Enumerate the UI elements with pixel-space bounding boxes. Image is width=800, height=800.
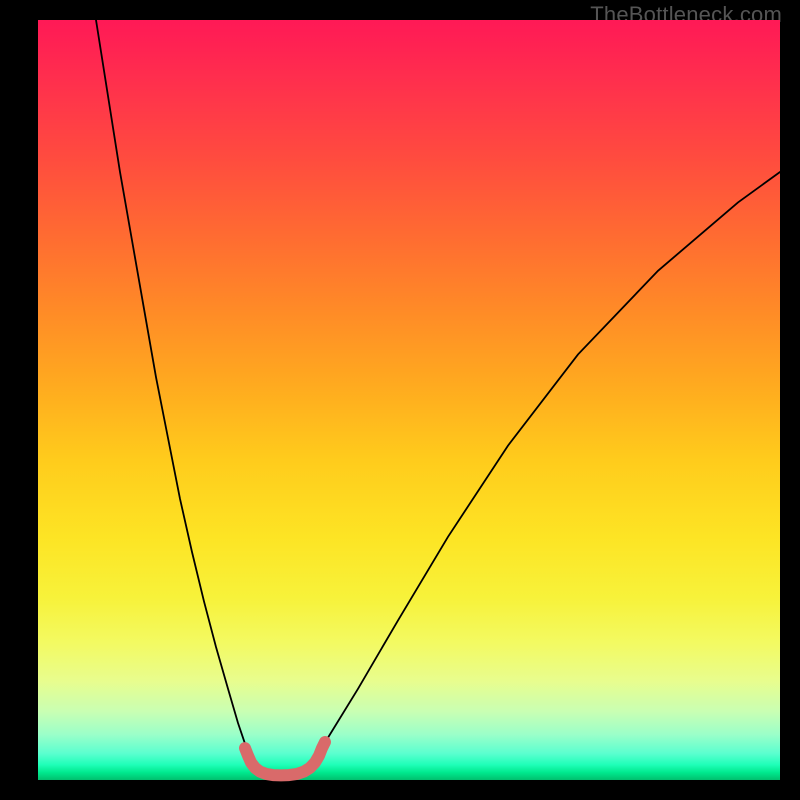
curve-right — [314, 172, 780, 760]
chart-frame: TheBottleneck.com — [0, 0, 800, 800]
valley-marker — [245, 742, 325, 775]
plot-area — [38, 20, 780, 780]
curve-left — [96, 20, 253, 760]
curve-svg — [38, 20, 780, 780]
